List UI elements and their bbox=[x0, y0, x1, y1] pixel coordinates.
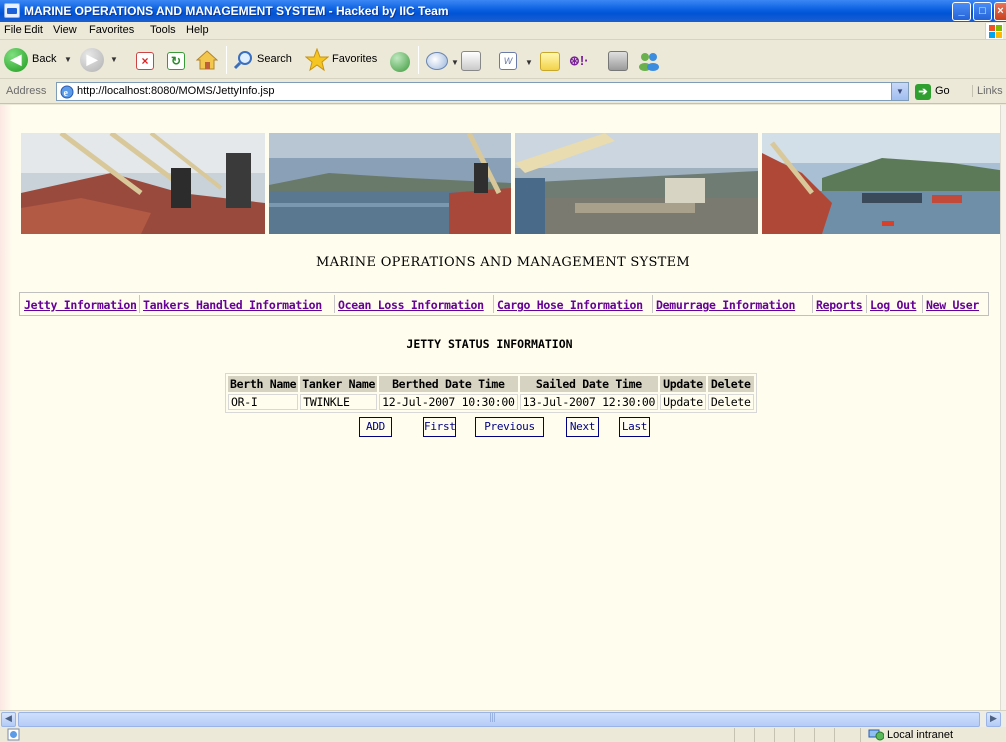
toolbar: ◀ Back ▼ ▶ ▼ × ↻ Search Favorites ▼ W ▼ … bbox=[0, 41, 1006, 79]
menu-edit[interactable]: Edit bbox=[24, 24, 43, 36]
tanker-name-cell: TWINKLE bbox=[300, 394, 378, 410]
port-photo-cranes bbox=[21, 133, 265, 234]
go-button[interactable]: Go bbox=[935, 85, 950, 97]
last-button[interactable]: Last bbox=[619, 417, 650, 437]
close-button[interactable]: × bbox=[994, 2, 1006, 21]
chevron-down-icon[interactable]: ▼ bbox=[525, 58, 533, 67]
yahoo-icon[interactable]: ⊛!· bbox=[569, 53, 601, 69]
scroll-left-icon[interactable]: ◀ bbox=[1, 712, 16, 727]
stop-icon[interactable]: × bbox=[136, 52, 154, 70]
port-photo-dock bbox=[515, 133, 758, 234]
status-bar: Local intranet bbox=[0, 727, 1006, 742]
port-photo-harbour bbox=[762, 133, 1006, 234]
local-intranet-icon bbox=[868, 729, 884, 741]
scrollbar-thumb[interactable] bbox=[18, 712, 980, 727]
delete-link[interactable]: Delete bbox=[707, 394, 754, 410]
vertical-scrollbar[interactable] bbox=[1000, 105, 1006, 710]
nav-tankers-handled-information[interactable]: Tankers Handled Information bbox=[143, 298, 322, 312]
nav-reports[interactable]: Reports bbox=[816, 298, 863, 312]
chevron-down-icon[interactable]: ▼ bbox=[891, 83, 908, 100]
berthed-date-cell: 12-Jul-2007 10:30:00 bbox=[379, 394, 518, 410]
mail-icon[interactable] bbox=[426, 52, 448, 70]
maximize-button[interactable]: □ bbox=[973, 2, 992, 21]
print-icon[interactable] bbox=[461, 51, 481, 71]
links-button[interactable]: Links bbox=[972, 85, 1003, 97]
table-header-row: Berth Name Tanker Name Berthed Date Time… bbox=[228, 376, 754, 392]
menu-help[interactable]: Help bbox=[186, 24, 209, 36]
section-title: JETTY STATUS INFORMATION bbox=[406, 337, 573, 351]
next-button[interactable]: Next bbox=[566, 417, 599, 437]
menu-favorites[interactable]: Favorites bbox=[89, 24, 134, 36]
column-header: Update bbox=[660, 376, 706, 392]
title-bar[interactable]: MARINE OPERATIONS AND MANAGEMENT SYSTEM … bbox=[0, 0, 1006, 22]
history-icon[interactable] bbox=[390, 52, 410, 72]
ie-page-icon: e bbox=[60, 85, 74, 99]
menu-file[interactable]: File bbox=[4, 24, 22, 36]
back-arrow-icon: ◀ bbox=[4, 48, 28, 72]
nav-jetty-information[interactable]: Jetty Information bbox=[24, 298, 137, 312]
menu-bar: File Edit View Favorites Tools Help bbox=[0, 22, 1006, 40]
go-arrow-icon[interactable]: ➔ bbox=[915, 84, 931, 100]
update-link[interactable]: Update bbox=[660, 394, 706, 410]
banner bbox=[21, 133, 1006, 234]
address-input[interactable]: e http://localhost:8080/MOMS/JettyInfo.j… bbox=[56, 82, 909, 101]
svg-text:e: e bbox=[64, 88, 69, 99]
star-icon bbox=[305, 48, 329, 72]
messenger-icon[interactable] bbox=[637, 51, 661, 71]
nav-demurrage-information[interactable]: Demurrage Information bbox=[656, 298, 795, 312]
menu-tools[interactable]: Tools bbox=[150, 24, 176, 36]
chevron-down-icon[interactable]: ▼ bbox=[451, 58, 459, 67]
table-row: OR-I TWINKLE 12-Jul-2007 10:30:00 13-Jul… bbox=[228, 394, 754, 410]
column-header: Sailed Date Time bbox=[519, 376, 659, 392]
ie-window-icon[interactable] bbox=[4, 3, 20, 18]
scroll-right-icon[interactable]: ▶ bbox=[986, 712, 1001, 727]
add-button[interactable]: ADD bbox=[359, 417, 392, 437]
chevron-down-icon[interactable]: ▼ bbox=[110, 55, 118, 64]
column-header: Tanker Name bbox=[300, 376, 378, 392]
system-title: MARINE OPERATIONS AND MANAGEMENT SYSTEM bbox=[315, 255, 691, 270]
jetty-status-table: Berth Name Tanker Name Berthed Date Time… bbox=[225, 373, 757, 413]
main-navigation: Jetty Information Tankers Handled Inform… bbox=[19, 292, 989, 316]
menu-view[interactable]: View bbox=[53, 24, 77, 36]
nav-log-out[interactable]: Log Out bbox=[870, 298, 917, 312]
search-icon bbox=[233, 51, 252, 70]
column-header: Berthed Date Time bbox=[379, 376, 518, 392]
column-header: Berth Name bbox=[228, 376, 299, 392]
discuss-icon[interactable] bbox=[540, 52, 560, 71]
horizontal-scrollbar[interactable]: ◀ ▶ bbox=[0, 710, 1006, 727]
search-button[interactable]: Search bbox=[233, 47, 299, 73]
first-button[interactable]: First bbox=[423, 417, 456, 437]
windows-logo-icon bbox=[985, 23, 1003, 39]
page-viewport: MARINE OPERATIONS AND MANAGEMENT SYSTEM … bbox=[0, 105, 1006, 710]
window-title: MARINE OPERATIONS AND MANAGEMENT SYSTEM … bbox=[24, 4, 449, 18]
address-bar: Address e http://localhost:8080/MOMS/Jet… bbox=[0, 80, 1006, 104]
home-icon[interactable] bbox=[195, 50, 219, 70]
nav-cargo-hose-information[interactable]: Cargo Hose Information bbox=[497, 298, 643, 312]
sailed-date-cell: 13-Jul-2007 12:30:00 bbox=[519, 394, 659, 410]
favorites-button[interactable]: Favorites bbox=[305, 47, 381, 73]
ie-page-icon bbox=[7, 728, 20, 741]
forward-arrow-icon: ▶ bbox=[80, 48, 104, 72]
forward-button[interactable]: ▶ ▼ bbox=[80, 47, 124, 73]
nav-ocean-loss-information[interactable]: Ocean Loss Information bbox=[338, 298, 484, 312]
berth-name-cell: OR-I bbox=[228, 394, 299, 410]
nav-new-user[interactable]: New User bbox=[926, 298, 979, 312]
edit-word-icon[interactable]: W bbox=[499, 52, 517, 70]
minimize-button[interactable]: _ bbox=[952, 2, 971, 21]
previous-button[interactable]: Previous bbox=[475, 417, 544, 437]
address-label: Address bbox=[6, 85, 47, 97]
security-zone-label: Local intranet bbox=[887, 729, 954, 741]
port-photo-river bbox=[269, 133, 511, 234]
chevron-down-icon[interactable]: ▼ bbox=[64, 55, 72, 64]
url-text: http://localhost:8080/MOMS/JettyInfo.jsp bbox=[77, 85, 275, 97]
research-icon[interactable] bbox=[608, 51, 628, 71]
column-header: Delete bbox=[707, 376, 754, 392]
back-button[interactable]: ◀ Back ▼ bbox=[4, 47, 76, 73]
refresh-icon[interactable]: ↻ bbox=[167, 52, 185, 70]
